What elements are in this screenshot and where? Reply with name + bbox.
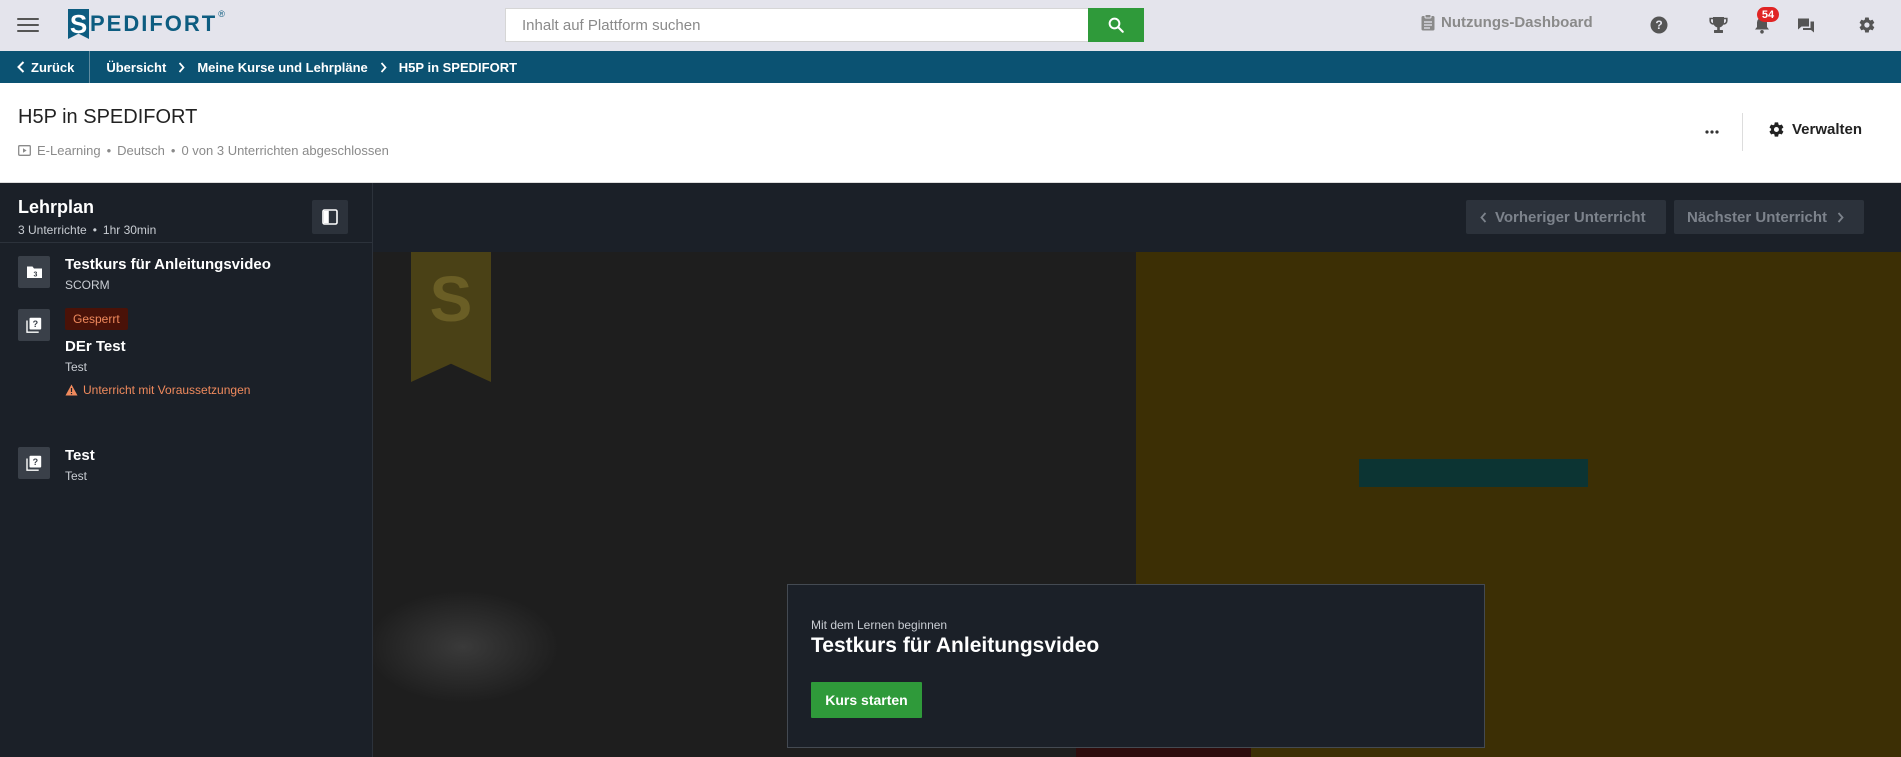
decorative-bar (1359, 459, 1588, 487)
more-options-icon[interactable] (1697, 117, 1727, 147)
trophy-icon[interactable] (1707, 14, 1729, 36)
manage-label: Verwalten (1792, 121, 1863, 138)
locked-badge: Gesperrt (65, 308, 128, 330)
lesson-item-2[interactable]: ? Gesperrt DEr Test Test Unterricht mit … (0, 270, 372, 397)
lesson-title: DEr Test (65, 338, 126, 355)
start-learning-card: Mit dem Lernen beginnen Testkurs für Anl… (787, 584, 1485, 748)
usage-dashboard-link[interactable]: Nutzungs-Dashboard (1421, 14, 1593, 31)
svg-text:?: ? (33, 319, 39, 329)
chevron-right-icon (1837, 211, 1844, 223)
breadcrumb: Zurück Übersicht Meine Kurse und Lehrplä… (0, 51, 1901, 83)
warning-text: Unterricht mit Voraussetzungen (83, 383, 251, 397)
duration: 1hr 30min (102, 223, 157, 237)
help-icon[interactable]: ? (1648, 14, 1670, 36)
meta-separator: • (92, 223, 97, 237)
sidebar-toggle-icon (322, 209, 338, 225)
chevron-left-icon (1480, 211, 1487, 223)
course-meta: E-Learning • Deutsch • 0 von 3 Unterrich… (18, 143, 389, 158)
chevron-right-icon (380, 61, 387, 73)
lesson-count: 3 Unterrichte (18, 223, 87, 237)
lesson-subtitle: Test (65, 360, 88, 374)
menu-icon[interactable] (17, 15, 39, 35)
search-input[interactable] (505, 8, 1088, 42)
search-icon (1108, 17, 1124, 33)
clipboard-icon (1421, 14, 1435, 31)
start-course-button[interactable]: Kurs starten (811, 682, 922, 718)
lesson-title: Test (65, 447, 95, 464)
prerequisite-warning: Unterricht mit Voraussetzungen (65, 383, 250, 397)
lesson-item-3[interactable]: ? Test Test (0, 447, 372, 497)
previous-lesson-button[interactable]: Vorheriger Unterricht (1466, 200, 1666, 234)
video-icon (18, 145, 31, 156)
page-title: H5P in SPEDIFORT (18, 106, 198, 128)
logo[interactable]: S PEDIFORT ® (68, 7, 225, 41)
back-button[interactable]: Zurück (0, 51, 91, 83)
gear-icon[interactable] (1856, 14, 1878, 36)
sidebar-header: Lehrplan 3 Unterrichte • 1hr 30min (0, 183, 372, 243)
sidebar-title: Lehrplan (18, 197, 95, 217)
chat-icon[interactable] (1795, 14, 1817, 36)
breadcrumb-item-my-courses[interactable]: Meine Kurse und Lehrpläne (197, 60, 367, 75)
breadcrumb-item-current: H5P in SPEDIFORT (398, 59, 518, 75)
quiz-icon: ? (18, 309, 50, 341)
manage-button[interactable]: Verwalten (1768, 121, 1862, 138)
logo-ribbon: S (411, 252, 491, 382)
logo-text: PEDIFORT (90, 11, 218, 36)
meta-separator: • (106, 143, 112, 158)
warning-icon (65, 384, 78, 396)
sidebar-summary: 3 Unterrichte • 1hr 30min (18, 223, 156, 237)
previous-lesson-label: Vorheriger Unterricht (1495, 208, 1646, 226)
svg-text:?: ? (33, 457, 39, 467)
next-lesson-button[interactable]: Nächster Unterricht (1674, 200, 1864, 234)
logo-mark: S (68, 8, 89, 39)
next-lesson-label: Nächster Unterricht (1687, 208, 1828, 226)
lesson-content: Vorheriger Unterricht Nächster Unterrich… (373, 183, 1901, 757)
course-type: E-Learning (37, 143, 101, 158)
search-bar (505, 8, 1144, 42)
card-kicker: Mit dem Lernen beginnen (811, 618, 948, 632)
course-header: H5P in SPEDIFORT E-Learning • Deutsch • … (0, 83, 1901, 183)
course-preview: S Mit dem Lernen beginnen Testkurs für A… (373, 252, 1901, 757)
chevron-right-icon (178, 61, 185, 73)
collapse-sidebar-button[interactable] (312, 200, 348, 234)
svg-text:?: ? (1655, 18, 1662, 32)
breadcrumb-item-overview[interactable]: Übersicht (106, 60, 166, 75)
top-bar: S PEDIFORT ® Nutzungs-Dashboard ? 54 (0, 0, 1901, 51)
meta-separator: • (170, 143, 176, 158)
search-button[interactable] (1088, 8, 1144, 42)
chevron-left-icon (17, 61, 25, 73)
lesson-subtitle: Test (65, 469, 88, 483)
gear-icon (1769, 122, 1784, 137)
course-language: Deutsch (117, 143, 165, 158)
card-title: Testkurs für Anleitungsvideo (811, 634, 1100, 657)
quiz-icon: ? (18, 447, 50, 479)
back-label: Zurück (31, 59, 75, 75)
logo-registered: ® (218, 9, 225, 19)
divider (1742, 113, 1743, 151)
course-progress: 0 von 3 Unterrichten abgeschlossen (181, 143, 389, 158)
curriculum-sidebar: Lehrplan 3 Unterrichte • 1hr 30min 3 Tes… (0, 183, 373, 757)
notification-badge: 54 (1757, 7, 1779, 22)
usage-dashboard-label: Nutzungs-Dashboard (1441, 14, 1593, 31)
